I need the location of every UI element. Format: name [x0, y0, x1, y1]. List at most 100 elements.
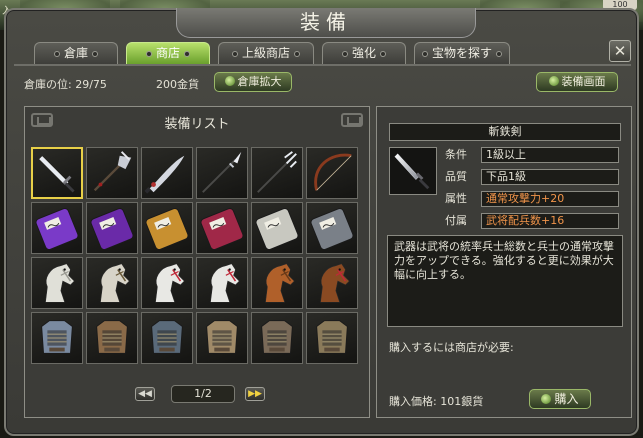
next-page-button[interactable]: ▶▶ [245, 387, 265, 401]
equip-screen-button[interactable]: 装備画面 [536, 72, 618, 92]
purchase-requirement: 購入するには商店が必要: [389, 341, 514, 354]
equip-screen-label: 装備画面 [561, 75, 606, 88]
item-slot-book-grey[interactable] [306, 202, 358, 254]
item-slot-armor-3[interactable] [141, 312, 193, 364]
item-slot-book-purple-1[interactable] [31, 202, 83, 254]
item-preview-image [389, 147, 437, 195]
armor-icon [41, 320, 73, 354]
item-name: 斬鉄剣 [389, 123, 621, 141]
rewind-icon: ◀◀ [138, 389, 152, 399]
book-icon [145, 208, 189, 250]
item-slot-book-gold[interactable] [141, 202, 193, 254]
item-slot-book-red[interactable] [196, 202, 248, 254]
book-icon [90, 208, 134, 250]
equipment-list-panel: 装備リスト ◀◀ 1/2 ▶▶ [24, 106, 370, 418]
item-slot-book-purple-2[interactable] [86, 202, 138, 254]
detail-label: 品質 [445, 170, 467, 183]
spear-icon [202, 151, 242, 193]
tab-dot-icon [231, 50, 238, 57]
item-slot-horse-white-2[interactable] [86, 257, 138, 309]
detail-value: 下品1級 [481, 169, 619, 185]
armor-icon [96, 320, 128, 354]
horse-icon [45, 263, 75, 303]
item-detail-panel: 斬鉄剣 条件 1級以上 品質 下品1級 属性 通常攻撃力+20 付属 武将配兵数… [376, 106, 632, 418]
item-slot-bow-1[interactable] [306, 147, 358, 199]
detail-row-bonus: 付属 武将配兵数+16 [445, 213, 621, 229]
tab-dot-icon [184, 50, 190, 57]
item-slot-armor-5[interactable] [251, 312, 303, 364]
tab-dot-icon [145, 50, 152, 57]
item-slot-trident-1[interactable] [251, 147, 303, 199]
item-slot-horse-white-4[interactable] [196, 257, 248, 309]
item-slot-sword-1[interactable] [31, 147, 83, 199]
fast-forward-icon: ▶▶ [248, 389, 262, 399]
tab-premium-shop[interactable]: 上級商店 [218, 42, 314, 64]
halberd-icon [93, 151, 132, 192]
tab-label: 商店 [155, 46, 180, 60]
tab-dot-icon [53, 50, 60, 57]
item-slot-saber-1[interactable] [141, 147, 193, 199]
armor-icon [316, 320, 348, 354]
detail-row-condition: 条件 1級以上 [445, 147, 621, 163]
item-slot-horse-white-1[interactable] [31, 257, 83, 309]
armor-icon [206, 320, 238, 354]
detail-label: 付属 [445, 214, 467, 227]
detail-row-attribute: 属性 通常攻撃力+20 [445, 191, 621, 207]
tab-label: 倉庫 [63, 46, 88, 60]
item-slot-horse-brown-2[interactable] [306, 257, 358, 309]
detail-value: 通常攻撃力+20 [481, 191, 619, 207]
tab-dot-icon [294, 50, 300, 57]
item-slot-armor-6[interactable] [306, 312, 358, 364]
item-slot-armor-4[interactable] [196, 312, 248, 364]
detail-label: 属性 [445, 192, 467, 205]
tab-warehouse[interactable]: 倉庫 [34, 42, 118, 64]
buy-button[interactable]: 購入 [529, 389, 591, 409]
tab-dot-icon [341, 50, 348, 57]
tab-dot-icon [421, 50, 428, 57]
item-slot-horse-brown-1[interactable] [251, 257, 303, 309]
armor-icon [261, 320, 293, 354]
page-indicator: 1/2 [171, 385, 235, 403]
expand-warehouse-button[interactable]: 倉庫拡大 [214, 72, 292, 92]
book-icon [255, 208, 299, 250]
saber-icon [144, 155, 185, 194]
item-slot-armor-1[interactable] [31, 312, 83, 364]
item-slot-armor-2[interactable] [86, 312, 138, 364]
horse-icon [100, 263, 130, 303]
sword-icon [39, 156, 75, 193]
horse-icon [155, 263, 185, 303]
book-icon [200, 208, 244, 250]
item-slot-halberd-1[interactable] [86, 147, 138, 199]
tab-dot-icon [92, 50, 98, 57]
horse-icon [210, 263, 240, 303]
gem-icon [548, 76, 559, 86]
tab-label: 強化 [351, 46, 376, 60]
purchase-price: 購入価格: 101銀貨 [389, 395, 484, 408]
expand-warehouse-label: 倉庫拡大 [237, 75, 282, 88]
trident-icon [257, 151, 297, 193]
tab-shop[interactable]: 商店 [126, 42, 210, 64]
item-slot-horse-white-3[interactable] [141, 257, 193, 309]
detail-value: 1級以上 [481, 147, 619, 163]
equipment-list-title: 装備リスト [164, 117, 230, 132]
detail-label: 条件 [445, 148, 467, 161]
horse-icon [265, 263, 295, 303]
item-slot-spear-1[interactable] [196, 147, 248, 199]
prev-page-button[interactable]: ◀◀ [135, 387, 155, 401]
item-description: 武器は武将の統率兵士総数と兵士の通常攻撃力をアップできる。強化すると更に効果が大… [387, 235, 623, 327]
book-icon [35, 208, 79, 250]
close-button[interactable]: ✕ [609, 40, 631, 62]
detail-row-quality: 品質 下品1級 [445, 169, 621, 185]
item-slot-book-white[interactable] [251, 202, 303, 254]
tab-enhance[interactable]: 強化 [322, 42, 406, 64]
tab-divider [14, 64, 631, 66]
buy-label: 購入 [554, 392, 579, 406]
book-icon [310, 208, 354, 250]
tab-treasure-search[interactable]: 宝物を探す [414, 42, 510, 64]
horse-icon [320, 263, 350, 303]
window-title: 装備 [176, 8, 476, 38]
sword-icon [394, 153, 430, 190]
detail-value: 武将配兵数+16 [481, 213, 619, 229]
bow-icon [314, 153, 352, 191]
armor-icon [151, 320, 183, 354]
